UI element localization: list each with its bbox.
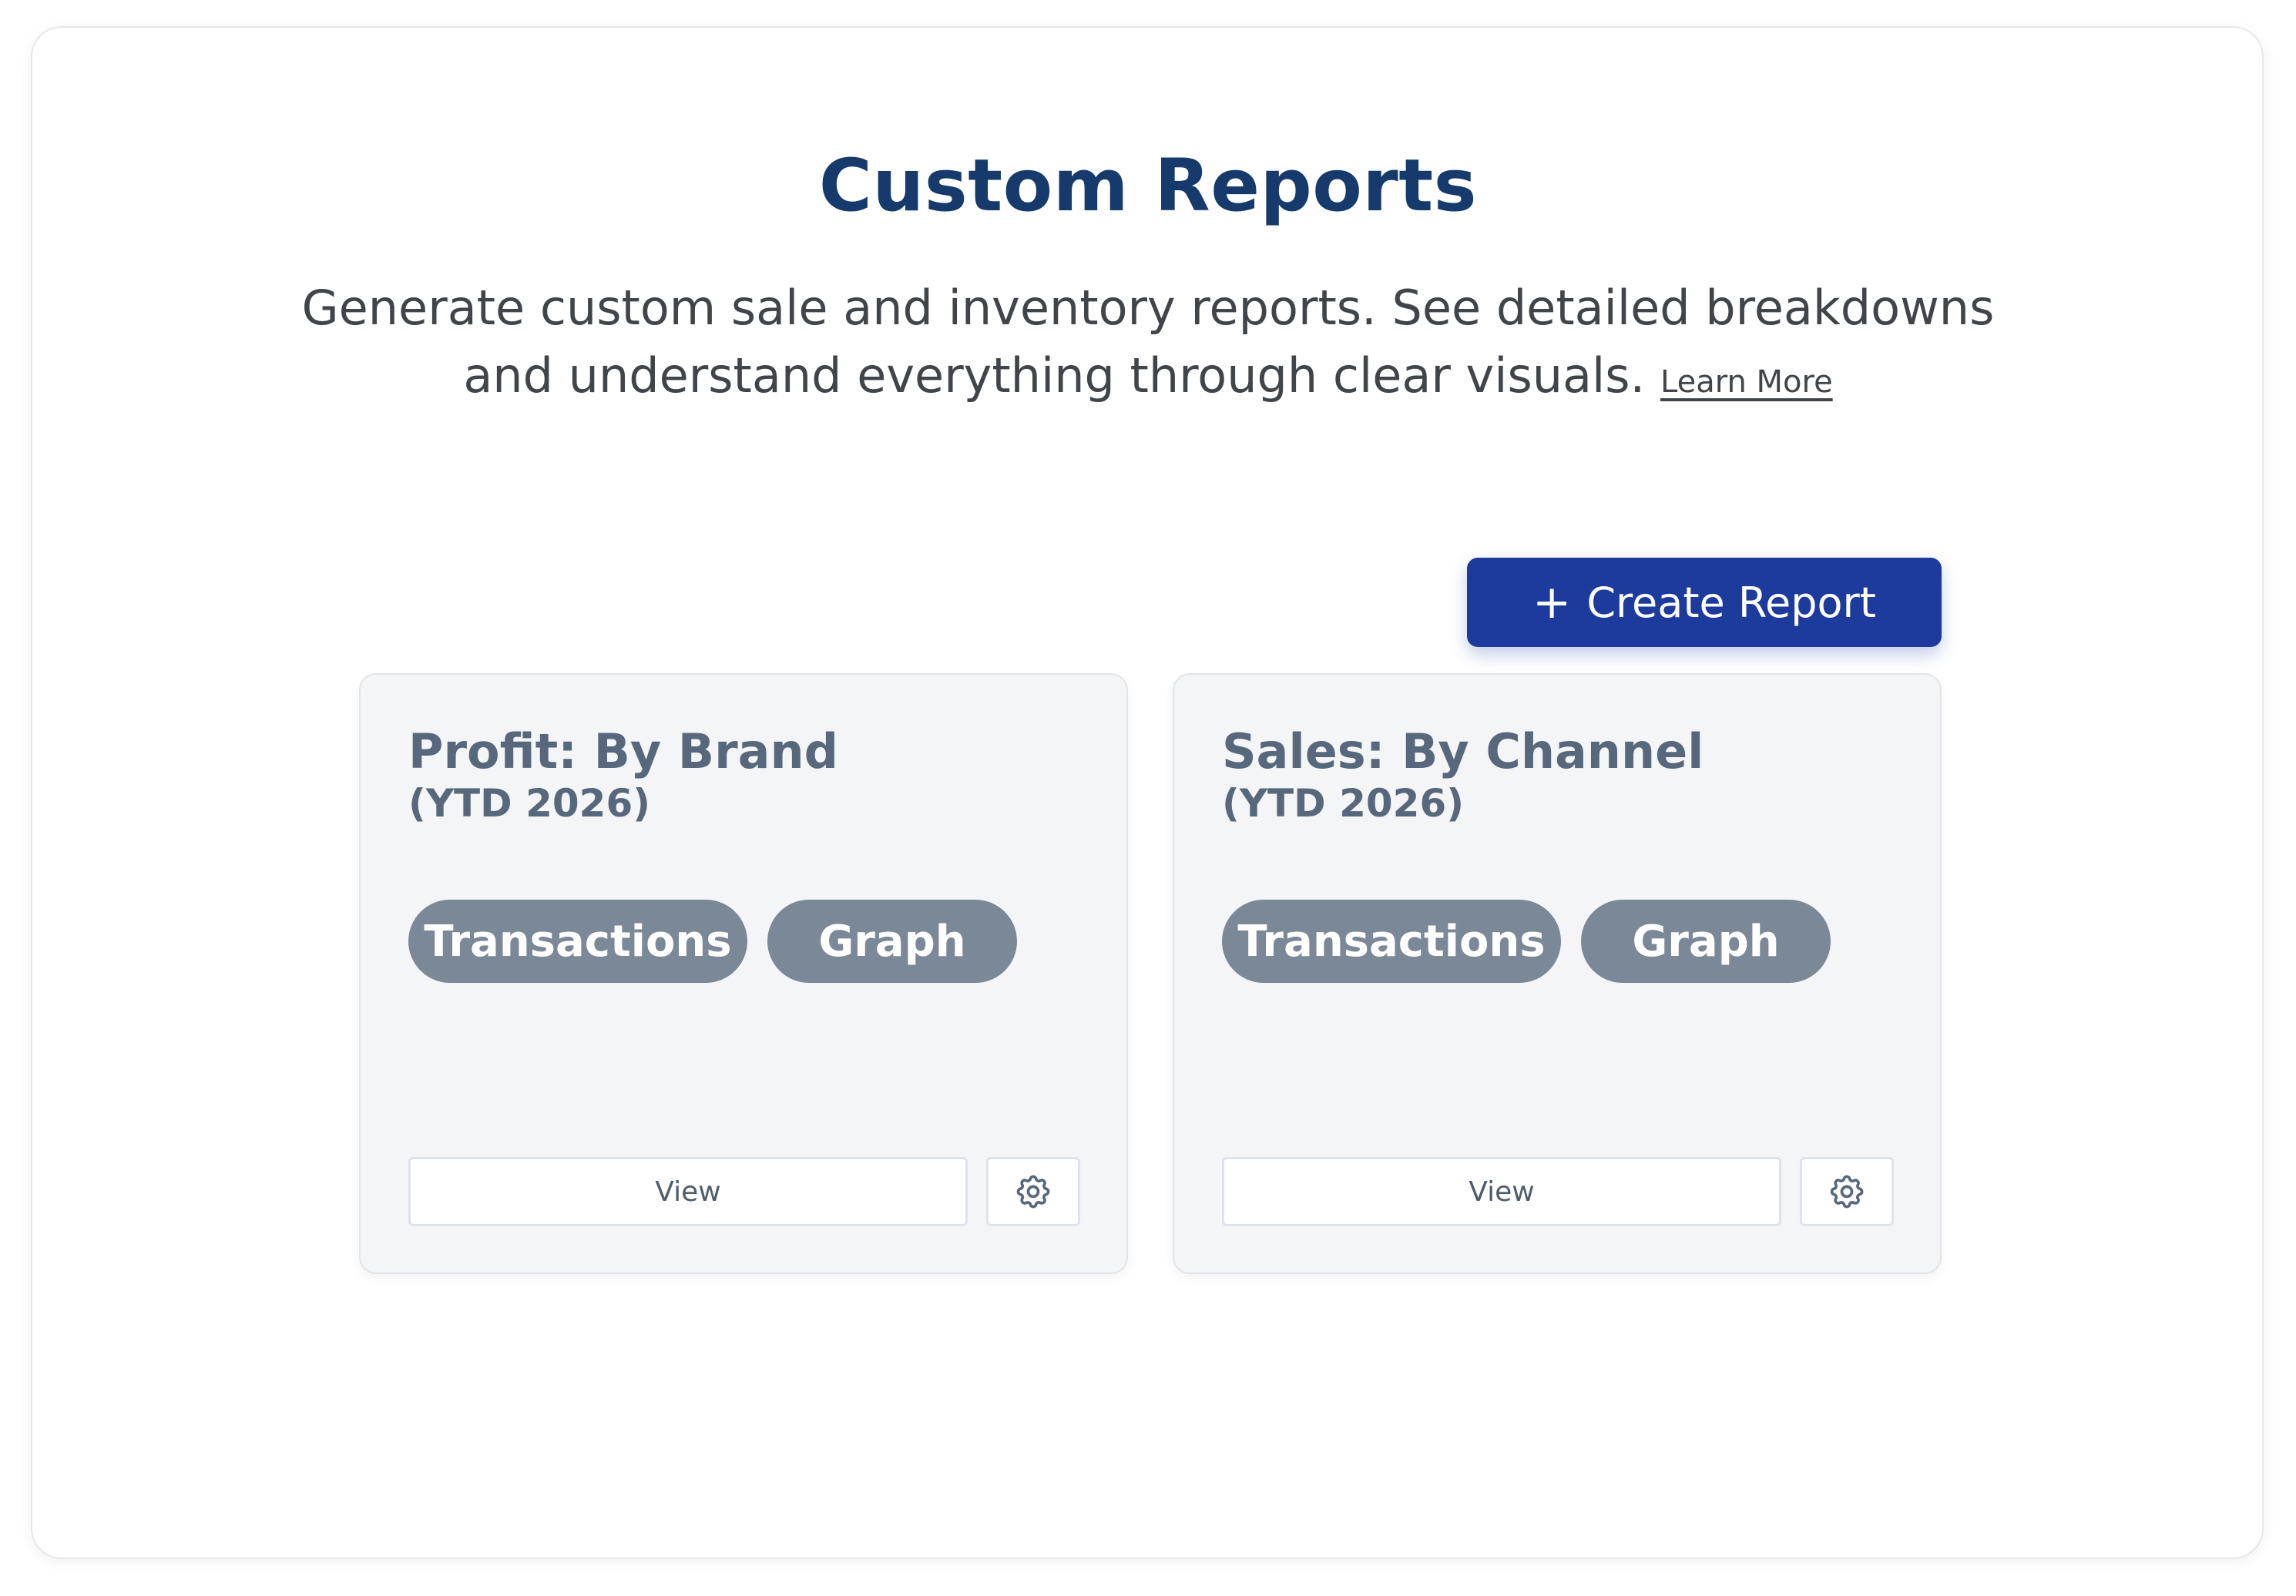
learn-more-link[interactable]: Learn More (1660, 364, 1833, 400)
page-description: Generate custom sale and inventory repor… (293, 274, 2003, 416)
report-card-profit-by-brand: Profit: By Brand (YTD 2026) Transactions… (359, 673, 1128, 1274)
gear-icon (1830, 1175, 1864, 1209)
report-tags: Transactions Graph (1222, 900, 1831, 983)
tag-graph[interactable]: Graph (767, 900, 1017, 983)
create-report-label: Create Report (1586, 578, 1876, 627)
report-title: Sales: By Channel (1222, 723, 1704, 780)
tag-transactions[interactable]: Transactions (1222, 900, 1561, 983)
report-settings-button[interactable] (986, 1157, 1080, 1226)
page-title: Custom Reports (818, 144, 1478, 228)
report-tags: Transactions Graph (408, 900, 1017, 983)
report-settings-button[interactable] (1800, 1157, 1894, 1226)
report-card-sales-by-channel: Sales: By Channel (YTD 2026) Transaction… (1173, 673, 1942, 1274)
tag-transactions[interactable]: Transactions (408, 900, 747, 983)
report-period: (YTD 2026) (1222, 781, 1465, 826)
report-period: (YTD 2026) (408, 781, 651, 826)
gear-icon (1016, 1175, 1050, 1209)
create-report-button[interactable]: + Create Report (1467, 558, 1942, 647)
view-report-button[interactable]: View (1222, 1157, 1781, 1226)
plus-icon: + (1532, 575, 1572, 629)
report-title: Profit: By Brand (408, 723, 839, 780)
tag-graph[interactable]: Graph (1581, 900, 1831, 983)
view-report-button[interactable]: View (408, 1157, 968, 1226)
